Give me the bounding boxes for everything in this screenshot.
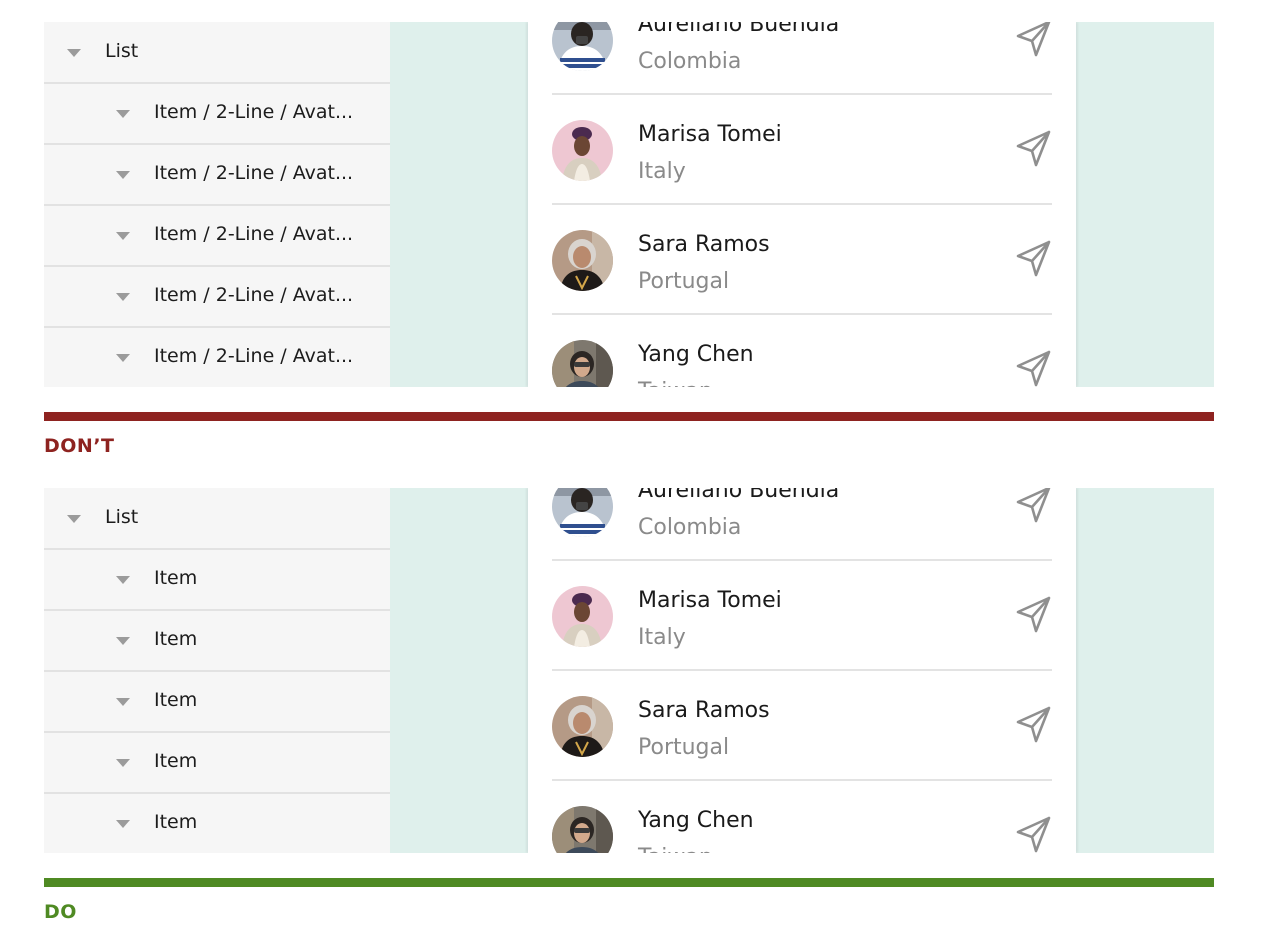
list-item[interactable]: Marisa Tomei Italy [552, 561, 1052, 671]
contact-name: Sara Ramos [638, 232, 770, 257]
layer-label: Item [154, 628, 198, 650]
layer-row-item[interactable]: Item [44, 671, 390, 733]
contact-name: Marisa Tomei [638, 588, 782, 613]
contact-name: Marisa Tomei [638, 122, 782, 147]
layer-row-item[interactable]: Item [44, 549, 390, 611]
list-item[interactable]: Aureliano Buendía Colombia [552, 22, 1052, 95]
layer-label: Item / 2-Line / Avat... [154, 284, 354, 306]
caret-down-icon[interactable] [116, 637, 130, 645]
device-frame: Aureliano Buendía Colombia Marisa Tomei … [528, 488, 1076, 853]
layer-label: Item [154, 689, 198, 711]
layer-row-list[interactable]: List [44, 22, 390, 84]
avatar [552, 586, 613, 647]
layer-row-item[interactable]: Item / 2-Line / Avat... [44, 266, 390, 328]
list-item[interactable]: Yang Chen Taiwan [552, 781, 1052, 853]
send-icon[interactable] [1014, 815, 1054, 853]
layer-label: Item / 2-Line / Avat... [154, 101, 354, 123]
list-item[interactable]: Marisa Tomei Italy [552, 95, 1052, 205]
avatar [552, 696, 613, 757]
do-rule [44, 878, 1214, 887]
layers-panel: List Item Item Item Item Item [44, 488, 390, 853]
layer-label: Item [154, 567, 198, 589]
dont-rule [44, 412, 1214, 421]
list-item[interactable]: Sara Ramos Portugal [552, 671, 1052, 781]
do-example: List Item Item Item Item Item Aureliano … [44, 488, 1214, 853]
caret-down-icon[interactable] [67, 49, 81, 57]
contact-name: Aureliano Buendía [638, 488, 840, 503]
layer-row-item[interactable]: Item / 2-Line / Avat... [44, 144, 390, 206]
caret-down-icon[interactable] [116, 820, 130, 828]
contact-name: Yang Chen [638, 342, 754, 367]
contact-country: Portugal [638, 735, 730, 760]
avatar [552, 488, 613, 537]
layer-row-item[interactable]: Item / 2-Line / Avat... [44, 205, 390, 267]
avatar [552, 22, 613, 71]
send-icon[interactable] [1014, 595, 1054, 635]
caret-down-icon[interactable] [116, 698, 130, 706]
layer-label: Item [154, 811, 198, 833]
contact-country: Taiwan [638, 845, 713, 853]
caret-down-icon[interactable] [116, 293, 130, 301]
avatar [552, 120, 613, 181]
avatar [552, 806, 613, 853]
layer-row-item[interactable]: Item [44, 732, 390, 794]
send-icon[interactable] [1014, 705, 1054, 745]
contact-country: Colombia [638, 515, 742, 540]
avatar [552, 340, 613, 387]
contact-name: Sara Ramos [638, 698, 770, 723]
list-item[interactable]: Yang Chen Taiwan [552, 315, 1052, 387]
caret-down-icon[interactable] [116, 759, 130, 767]
caret-down-icon[interactable] [116, 171, 130, 179]
list-item[interactable]: Sara Ramos Portugal [552, 205, 1052, 315]
dont-example: List Item / 2-Line / Avat... Item / 2-Li… [44, 22, 1214, 387]
dont-label: DON’T [44, 435, 115, 457]
send-icon[interactable] [1014, 129, 1054, 169]
contact-country: Taiwan [638, 379, 713, 387]
contact-name: Aureliano Buendía [638, 22, 840, 37]
send-icon[interactable] [1014, 239, 1054, 279]
send-icon[interactable] [1014, 488, 1054, 525]
layer-label: Item / 2-Line / Avat... [154, 345, 354, 367]
layer-label: Item [154, 750, 198, 772]
caret-down-icon[interactable] [116, 110, 130, 118]
design-canvas: Aureliano Buendía Colombia Marisa Tomei … [390, 22, 1214, 387]
layer-row-item[interactable]: Item / 2-Line / Avat... [44, 83, 390, 145]
caret-down-icon[interactable] [116, 232, 130, 240]
layer-label: List [105, 40, 139, 62]
list-item[interactable]: Aureliano Buendía Colombia [552, 488, 1052, 561]
caret-down-icon[interactable] [67, 515, 81, 523]
do-label: DO [44, 901, 77, 923]
layers-panel: List Item / 2-Line / Avat... Item / 2-Li… [44, 22, 390, 387]
send-icon[interactable] [1014, 349, 1054, 387]
device-frame: Aureliano Buendía Colombia Marisa Tomei … [528, 22, 1076, 387]
contact-country: Italy [638, 625, 686, 650]
layer-label: Item / 2-Line / Avat... [154, 223, 354, 245]
caret-down-icon[interactable] [116, 354, 130, 362]
contact-country: Portugal [638, 269, 730, 294]
layer-row-item[interactable]: Item [44, 793, 390, 853]
caret-down-icon[interactable] [116, 576, 130, 584]
layer-row-item[interactable]: Item [44, 610, 390, 672]
layer-row-list[interactable]: List [44, 488, 390, 550]
layer-row-item[interactable]: Item / 2-Line / Avat... [44, 327, 390, 387]
contact-country: Colombia [638, 49, 742, 74]
send-icon[interactable] [1014, 22, 1054, 59]
avatar [552, 230, 613, 291]
design-canvas: Aureliano Buendía Colombia Marisa Tomei … [390, 488, 1214, 853]
layer-label: List [105, 506, 139, 528]
contact-country: Italy [638, 159, 686, 184]
contact-name: Yang Chen [638, 808, 754, 833]
layer-label: Item / 2-Line / Avat... [154, 162, 354, 184]
